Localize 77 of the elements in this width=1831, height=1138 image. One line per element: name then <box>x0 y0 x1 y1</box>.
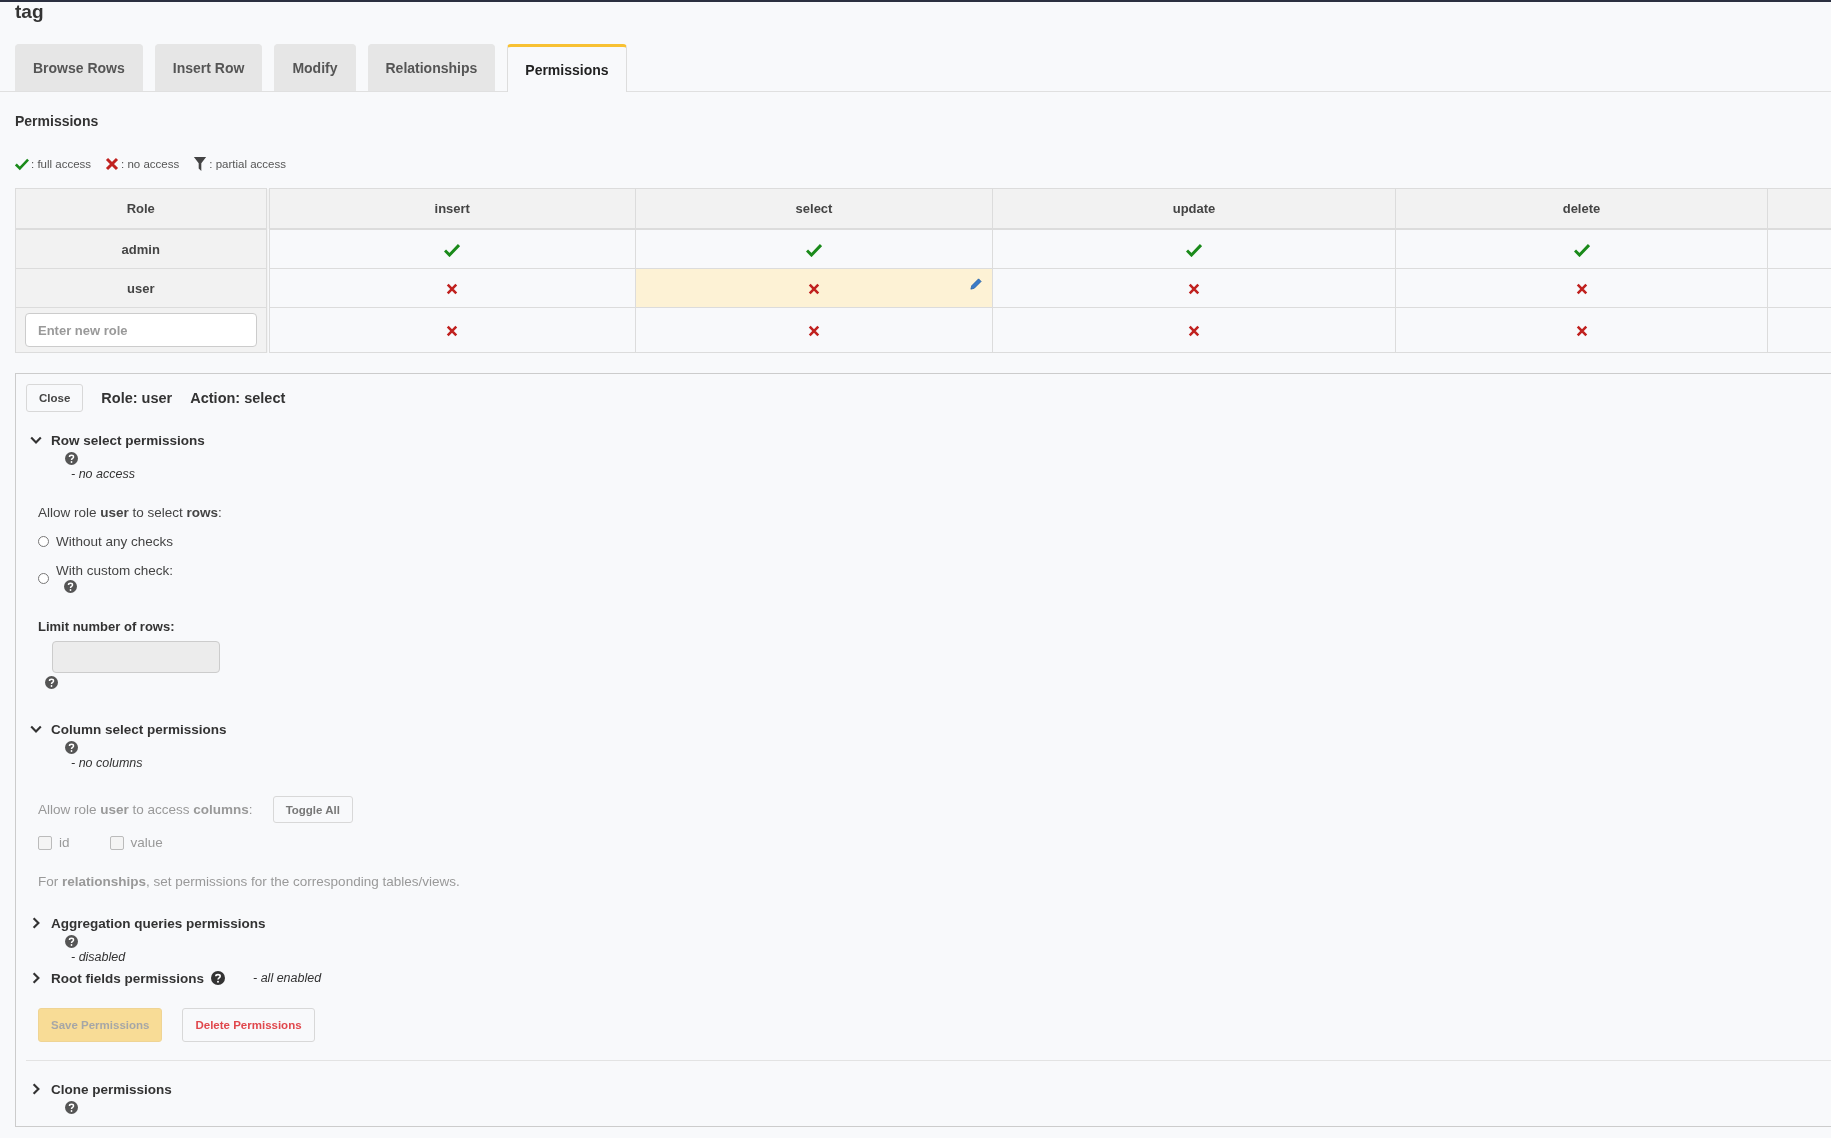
permission-cell[interactable] <box>635 268 993 308</box>
action-label: Action: select <box>190 390 286 406</box>
field-label: Limit number of rows: <box>38 619 176 634</box>
permission-cell[interactable] <box>635 307 993 353</box>
help-icon[interactable] <box>65 1101 78 1114</box>
check-icon <box>444 242 461 257</box>
help-icon[interactable] <box>211 971 226 985</box>
radio-button[interactable] <box>38 572 49 584</box>
tab[interactable]: Insert Row <box>154 44 263 91</box>
section-title[interactable]: Aggregation queries permissions <box>51 915 266 931</box>
chevron-icon[interactable] <box>30 434 42 446</box>
help-icon[interactable] <box>65 935 78 948</box>
cross-icon <box>1575 283 1588 296</box>
section-heading: Permissions <box>14 112 100 131</box>
permission-cell[interactable] <box>635 229 993 269</box>
legend-label: : full access <box>31 158 92 170</box>
close-button[interactable]: Close <box>26 384 84 412</box>
role-label: Role: user <box>101 390 173 406</box>
permission-cell[interactable] <box>992 268 1396 308</box>
check-icon <box>1573 242 1590 257</box>
permission-cell[interactable] <box>267 268 636 308</box>
tab[interactable]: Relationships <box>367 44 496 91</box>
column-header: update <box>992 188 1396 229</box>
permission-cell[interactable] <box>992 229 1396 269</box>
permission-cell[interactable] <box>1395 307 1768 353</box>
permission-cell[interactable] <box>1395 229 1768 269</box>
prompt-text: Allow role user to select rows: <box>38 505 223 520</box>
status-text: - disabled <box>71 950 127 964</box>
help-icon[interactable] <box>65 741 78 754</box>
cross-icon <box>1575 325 1588 338</box>
section-title[interactable]: Clone permissions <box>51 1081 172 1097</box>
filter-icon <box>193 157 208 171</box>
cross-icon <box>446 283 459 296</box>
cross-icon <box>808 325 820 338</box>
check-icon <box>15 157 29 171</box>
help-icon[interactable] <box>64 580 77 593</box>
section-title[interactable]: Row select permissions <box>51 432 205 448</box>
tab[interactable]: Modify <box>274 44 356 91</box>
column-header: insert <box>267 188 636 229</box>
check-icon <box>1186 242 1202 257</box>
column-header: Role <box>15 188 268 229</box>
cross-icon <box>1188 325 1200 338</box>
help-icon[interactable] <box>45 676 58 689</box>
role-cell: admin <box>15 229 268 269</box>
legend-label: : partial access <box>209 158 286 170</box>
status-text: - no columns <box>71 756 144 770</box>
pencil-icon[interactable] <box>970 278 982 290</box>
delete-permissions-button[interactable]: Delete Permissions <box>182 1008 315 1042</box>
check-icon <box>806 242 822 257</box>
tab[interactable]: Browse Rows <box>15 44 143 91</box>
permission-cell[interactable] <box>992 307 1396 353</box>
column-header: select <box>635 188 993 229</box>
cross-icon <box>446 325 459 338</box>
new-role-field[interactable]: Enter new role <box>25 313 257 347</box>
cross-icon <box>808 283 820 296</box>
cross-icon <box>1188 283 1200 296</box>
status-text: - no access <box>71 467 136 481</box>
tab[interactable]: Permissions <box>507 44 627 92</box>
option-label[interactable]: With custom check: <box>56 563 174 578</box>
chevron-icon[interactable] <box>30 972 42 984</box>
legend-label: : no access <box>121 158 180 170</box>
chevron-icon[interactable] <box>30 917 42 929</box>
table-title: tag <box>14 2 45 24</box>
section-title[interactable]: Root fields permissions <box>51 970 205 986</box>
option-label[interactable]: Without any checks <box>56 534 174 549</box>
radio-button[interactable] <box>38 536 49 547</box>
permission-cell[interactable] <box>267 307 636 353</box>
role-cell: user <box>15 268 268 308</box>
note-text: For relationships, set permissions for the corresponding tables/views. <box>38 874 461 889</box>
permission-cell[interactable] <box>267 229 636 269</box>
permission-cell[interactable] <box>1395 268 1768 308</box>
column-header: delete <box>1395 188 1768 229</box>
cross-icon <box>105 157 120 171</box>
status-text: - all enabled <box>253 971 322 985</box>
chevron-icon[interactable] <box>30 1083 42 1095</box>
help-icon[interactable] <box>65 452 78 465</box>
prompt-text: Allow role user to access columns: <box>38 802 253 817</box>
